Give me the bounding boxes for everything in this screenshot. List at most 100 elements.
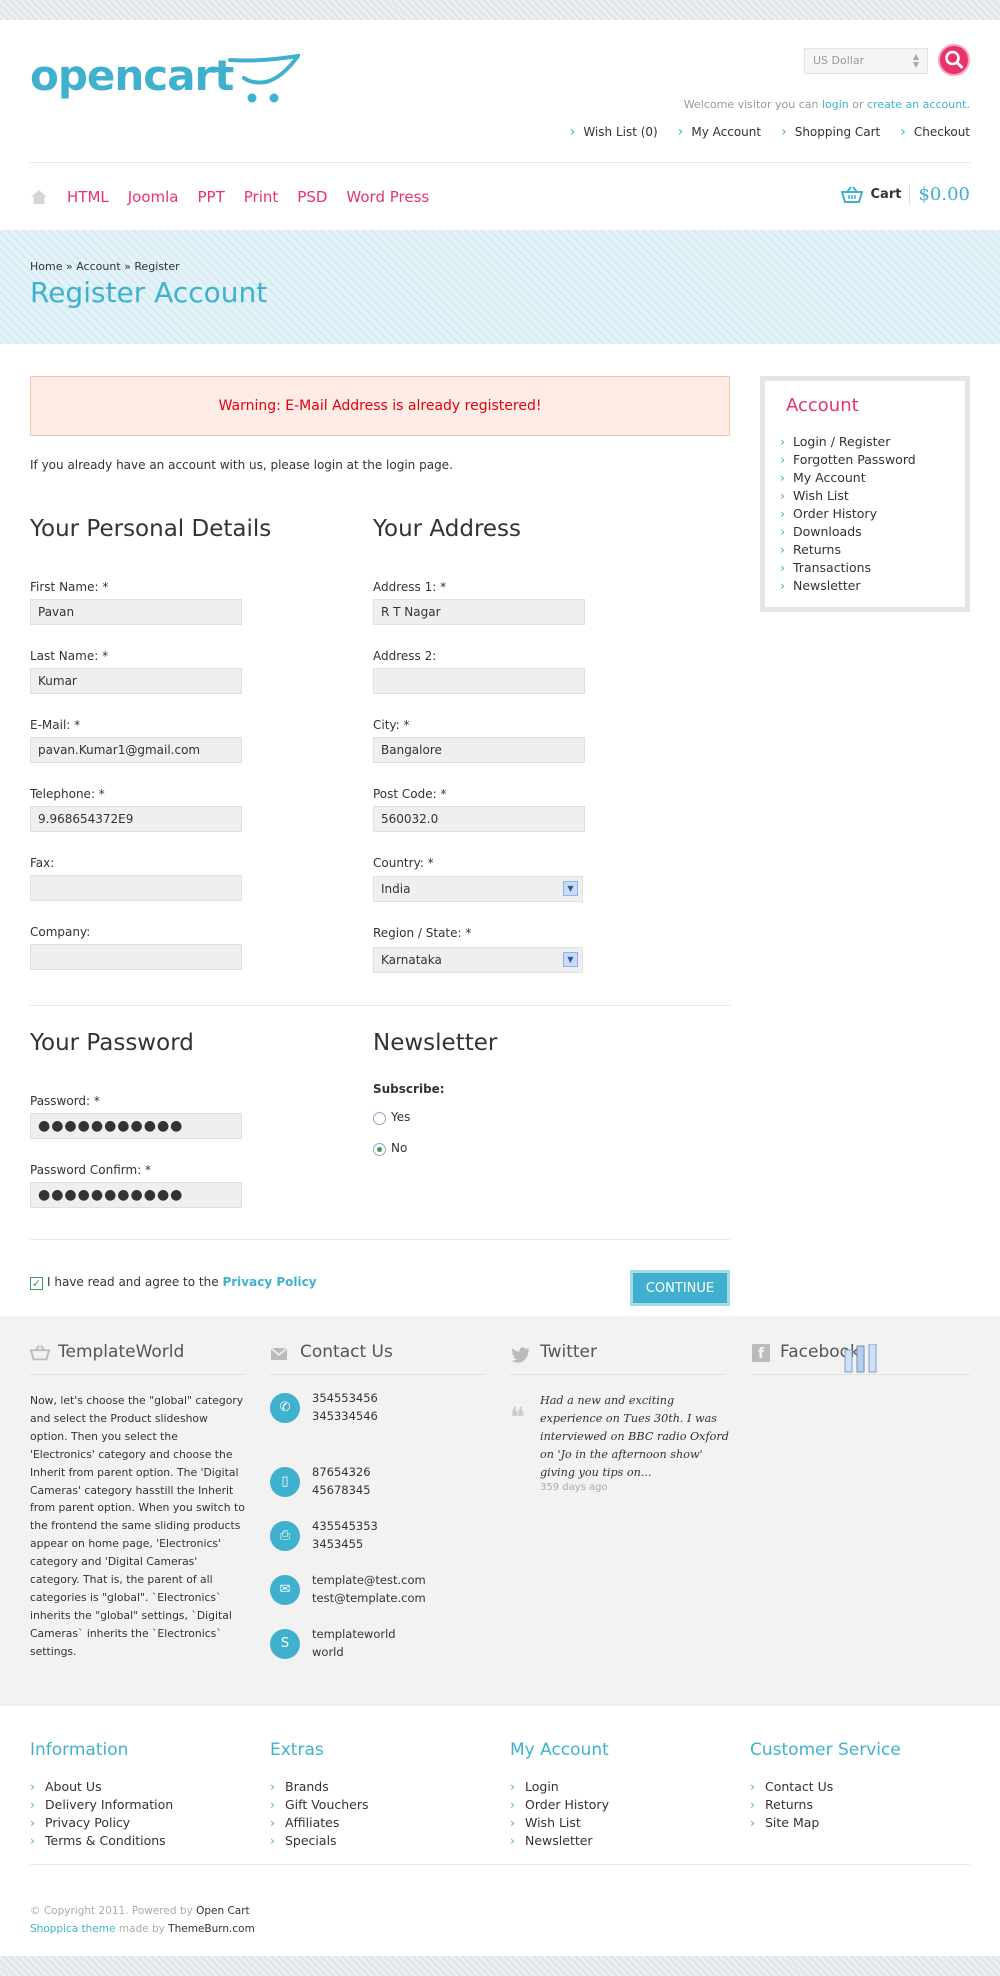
cart-separator [909,184,911,205]
top-link-my-account[interactable]: My Account [678,124,761,140]
subscribe-yes-radio[interactable] [373,1112,386,1125]
nav-item-print[interactable]: Print [244,188,279,206]
footer-link-terms-conditions[interactable]: Terms & Conditions [30,1832,173,1850]
contact-email-line[interactable]: test@template.com [312,1590,426,1608]
subscribe-no-radio[interactable] [373,1143,386,1156]
password-confirm-input[interactable]: ●●●●●●●●●●● [30,1182,242,1208]
post-code-input[interactable]: 560032.0 [373,806,585,832]
footer-link-contact-us[interactable]: Contact Us [750,1778,833,1796]
last-name-input[interactable]: Kumar [30,668,242,694]
continue-button[interactable]: CONTINUE [630,1270,730,1306]
company-input[interactable] [30,944,242,970]
shoppica-theme-link[interactable]: Shoppica theme [30,1923,115,1935]
home-icon[interactable] [30,189,48,205]
create-account-link[interactable]: create an account. [867,98,970,111]
about-text: Now, let's choose the "global" category … [30,1394,245,1658]
email-label: E-Mail: * [30,718,81,732]
open-cart-link[interactable]: Open Cart [196,1905,250,1917]
fax-input[interactable] [30,875,242,901]
copyright-made-by: made by [118,1923,165,1935]
footer-link-privacy-policy[interactable]: Privacy Policy [30,1814,173,1832]
opencart-logo[interactable]: opencart [30,48,303,108]
city-input[interactable]: Bangalore [373,737,585,763]
sidebar-item-transactions[interactable]: Transactions [780,559,916,577]
footer-link-site-map[interactable]: Site Map [750,1814,833,1832]
customer-service-links: Contact Us Returns Site Map [750,1778,833,1832]
footer-link-returns[interactable]: Returns [750,1796,833,1814]
privacy-policy-link[interactable]: Privacy Policy [222,1275,316,1289]
login-link[interactable]: login [822,98,849,111]
nav-item-word-press[interactable]: Word Press [346,188,429,206]
country-label: Country: * [373,856,434,870]
search-button[interactable] [938,44,970,76]
contact-mobile: 87654326 45678345 [312,1464,371,1499]
footer-link-specials[interactable]: Specials [270,1832,369,1850]
breadcrumb-register[interactable]: Register [134,260,179,273]
agree-checkbox[interactable]: ✓ [30,1277,43,1290]
first-name-input[interactable]: Pavan [30,599,242,625]
top-link-wish-list[interactable]: Wish List (0) [570,124,657,140]
password-input[interactable]: ●●●●●●●●●●● [30,1113,242,1139]
footer-link-delivery-information[interactable]: Delivery Information [30,1796,173,1814]
nav-item-ppt[interactable]: PPT [198,188,225,206]
subscribe-yes-label[interactable]: Yes [391,1110,410,1124]
password-confirm-dots: ●●●●●●●●●●● [38,1187,184,1203]
agree-text: I have read and agree to the Privacy Pol… [47,1275,317,1289]
currency-select[interactable]: US Dollar ▲ ▼ [804,48,928,74]
nav-item-html[interactable]: HTML [67,188,109,206]
footer-link-order-history[interactable]: Order History [510,1796,609,1814]
nav-item-joomla[interactable]: Joomla [128,188,179,206]
contact-email-line[interactable]: template@test.com [312,1572,426,1590]
cart-amount: $0.00 [918,184,970,205]
sidebar-item-login-register[interactable]: Login / Register [780,433,916,451]
address2-input[interactable] [373,668,585,694]
cart-summary[interactable]: Cart $0.00 [840,184,970,205]
breadcrumb-home[interactable]: Home [30,260,62,273]
password-confirm-label: Password Confirm: * [30,1163,152,1177]
sidebar-item-order-history[interactable]: Order History [780,505,916,523]
contact-skype: templateworld world [312,1626,396,1661]
information-links: About Us Delivery Information Privacy Po… [30,1778,173,1850]
footer-link-brands[interactable]: Brands [270,1778,369,1796]
company-label: Company: [30,925,91,939]
email-input[interactable]: pavan.Kumar1@gmail.com [30,737,242,763]
country-select[interactable]: India ▼ [373,876,583,902]
top-link-shopping-cart[interactable]: Shopping Cart [781,124,881,140]
footer-divider [30,1864,970,1865]
about-title: TemplateWorld [58,1342,185,1362]
top-link-checkout[interactable]: Checkout [900,124,970,140]
sidebar-item-returns[interactable]: Returns [780,541,916,559]
contact-skype-line: templateworld [312,1627,396,1641]
twitter-title: Twitter [540,1342,597,1362]
footer-link-login[interactable]: Login [510,1778,609,1796]
warning-alert: Warning: E-Mail Address is already regis… [30,376,730,436]
sidebar-item-wish-list[interactable]: Wish List [780,487,916,505]
intro-text: If you already have an account with us, … [30,458,453,472]
phone-icon: ✆ [270,1393,300,1423]
contact-mobile-line: 45678345 [312,1482,371,1497]
address1-input[interactable]: R T Nagar [373,599,585,625]
breadcrumb-account[interactable]: Account [76,260,120,273]
footer-link-about-us[interactable]: About Us [30,1778,173,1796]
footer-link-newsletter[interactable]: Newsletter [510,1832,609,1850]
subscribe-no-label[interactable]: No [391,1141,407,1155]
fax-icon: ⎙ [270,1521,300,1551]
footer-link-gift-vouchers[interactable]: Gift Vouchers [270,1796,369,1814]
sidebar-item-my-account[interactable]: My Account [780,469,916,487]
footer-link-wish-list[interactable]: Wish List [510,1814,609,1832]
telephone-input[interactable]: 9.968654372E9 [30,806,242,832]
search-icon [945,50,963,69]
contact-title: Contact Us [300,1342,393,1362]
nav-item-psd[interactable]: PSD [297,188,327,206]
logo-text: opencart [30,51,234,100]
page-top-strip [0,0,1000,20]
sidebar-item-forgotten-password[interactable]: Forgotten Password [780,451,916,469]
footer-link-affiliates[interactable]: Affiliates [270,1814,369,1832]
region-select[interactable]: Karnataka ▼ [373,947,583,973]
warning-text: Warning: E-Mail Address is already regis… [218,398,542,414]
fax-label: Fax: [30,856,55,870]
cart-label: Cart [870,187,902,202]
sidebar-item-downloads[interactable]: Downloads [780,523,916,541]
sidebar-item-newsletter[interactable]: Newsletter [780,577,916,595]
themeburn-link[interactable]: ThemeBurn.com [168,1923,255,1935]
